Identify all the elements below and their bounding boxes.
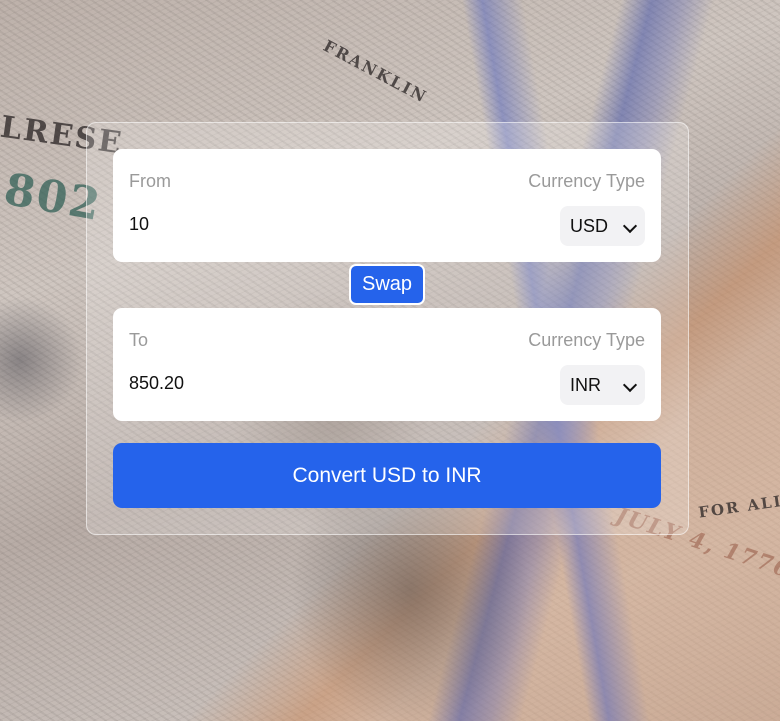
to-amount-input[interactable] [129, 368, 429, 398]
from-currency-value: USD [570, 216, 609, 236]
to-label: To [129, 330, 149, 350]
swap-button[interactable]: Swap [349, 264, 425, 305]
to-currency-type-label: Currency Type [528, 330, 645, 350]
chevron-down-icon [622, 377, 638, 393]
from-label: From [129, 171, 171, 191]
to-panel: To Currency Type INR [113, 308, 661, 421]
from-panel: From Currency Type USD [113, 149, 661, 262]
from-currency-select[interactable]: USD [560, 206, 645, 246]
from-amount-input[interactable] [129, 209, 429, 239]
to-currency-select[interactable]: INR [560, 365, 645, 405]
to-currency-value: INR [570, 375, 601, 395]
convert-button[interactable]: Convert USD to INR [113, 443, 661, 508]
chevron-down-icon [622, 218, 638, 234]
from-currency-type-label: Currency Type [528, 171, 645, 191]
